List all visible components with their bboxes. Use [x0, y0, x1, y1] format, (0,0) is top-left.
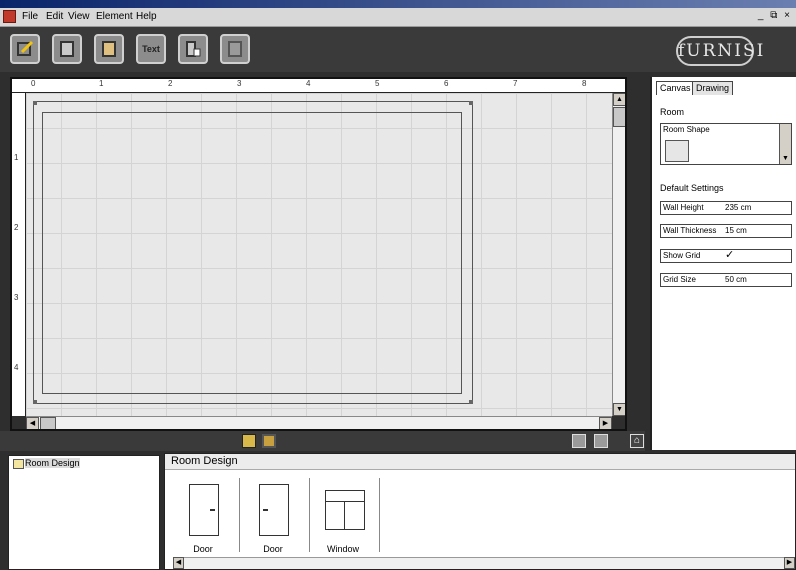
scroll-left-button[interactable]: ◀ — [173, 557, 184, 569]
menu-edit[interactable]: Edit — [46, 11, 63, 22]
wall-thickness-field[interactable]: Wall Thickness 15 cm — [660, 224, 792, 238]
ruler-tick: 7 — [513, 79, 518, 88]
ruler-tick: 1 — [99, 79, 104, 88]
wall-height-value: 235 cm — [725, 203, 752, 212]
palette-divider — [379, 478, 380, 552]
scroll-right-button[interactable]: ▶ — [784, 557, 795, 569]
grid-size-field[interactable]: Grid Size 50 cm — [660, 273, 792, 287]
palette-divider — [309, 478, 310, 552]
wall-handle[interactable] — [469, 400, 473, 404]
show-grid-label: Show Grid — [663, 251, 701, 260]
ruler-tick: 4 — [306, 79, 311, 88]
ruler-tick: 2 — [168, 79, 173, 88]
ruler-tick: 3 — [14, 293, 19, 302]
home-icon[interactable]: ⌂ — [630, 434, 644, 448]
wall-height-label: Wall Height — [663, 203, 704, 212]
room-shape-list[interactable]: Room Shape ▼ — [660, 123, 792, 165]
scroll-thumb[interactable] — [613, 107, 626, 127]
show-grid-field[interactable]: Show Grid ✓ — [660, 249, 792, 263]
grid-size-value: 50 cm — [725, 275, 747, 284]
palette-item-window[interactable]: Window — [311, 478, 375, 556]
ruler-tick: 1 — [14, 153, 19, 162]
menu-file[interactable]: File — [22, 11, 38, 22]
text-tool-button[interactable]: Text — [136, 34, 166, 64]
wall-height-field[interactable]: Wall Height 235 cm — [660, 201, 792, 215]
measure-icon — [186, 41, 201, 57]
scroll-thumb[interactable] — [40, 417, 56, 430]
pencil-icon — [17, 40, 34, 56]
room-shape-label: Room Shape — [663, 125, 710, 134]
zoom-in-icon[interactable] — [594, 434, 608, 448]
tab-canvas[interactable]: Canvas — [656, 81, 695, 95]
measure-button[interactable] — [178, 34, 208, 64]
properties-panel: Canvas Drawing Room Room Shape ▼ Default… — [650, 77, 796, 450]
ruler-tick: 6 — [444, 79, 449, 88]
palette-item-door[interactable]: Door — [241, 478, 305, 556]
palette-item-door[interactable]: Door — [171, 478, 235, 556]
menu-bar: File Edit View Element Help _ ⧉ × — [0, 8, 796, 27]
wall-thickness-label: Wall Thickness — [663, 226, 717, 235]
room-inner-wall[interactable] — [42, 112, 462, 394]
folder-icon — [13, 459, 24, 469]
wall-handle[interactable] — [33, 400, 37, 404]
wall-handle[interactable] — [33, 101, 37, 105]
canvas-horizontal-scrollbar[interactable]: ◀ ▶ — [26, 416, 612, 430]
title-bar — [0, 0, 796, 8]
element-palette: Room Design Door Door Window ◀ ▶ — [164, 453, 796, 570]
palette-item-label: Door — [263, 544, 283, 554]
scroll-left-button[interactable]: ◀ — [26, 417, 39, 430]
room-section-label: Room — [660, 107, 685, 117]
text-tool-label: Text — [142, 44, 160, 54]
ruler-tick: 2 — [14, 223, 19, 232]
canvas-vertical-scrollbar[interactable]: ▲ ▼ — [612, 93, 626, 416]
ruler-tick: 3 — [237, 79, 242, 88]
menu-help[interactable]: Help — [136, 11, 157, 22]
draw-room-button[interactable] — [10, 34, 40, 64]
menu-element[interactable]: Element — [96, 11, 133, 22]
palette-horizontal-scrollbar[interactable]: ◀ ▶ — [173, 557, 795, 569]
wall-thickness-value: 15 cm — [725, 226, 747, 235]
room-shape-thumbnail[interactable] — [665, 140, 689, 162]
grid-toggle-icon[interactable] — [262, 434, 276, 448]
palette-item-label: Window — [326, 544, 359, 554]
scroll-up-button[interactable]: ▲ — [613, 93, 626, 106]
palette-title: Room Design — [165, 454, 795, 470]
window-icon — [325, 490, 365, 530]
top-ruler: 0 1 2 3 4 5 6 7 8 — [10, 77, 626, 93]
default-settings-label: Default Settings — [660, 183, 724, 193]
select-arrow-icon[interactable] — [242, 434, 256, 448]
ruler-tick: 8 — [582, 79, 587, 88]
tab-drawing[interactable]: Drawing — [692, 81, 734, 95]
palette-item-label: Door — [193, 544, 213, 554]
door-icon — [189, 484, 219, 536]
wall-button[interactable] — [220, 34, 250, 64]
view-toolbar: ⌂ — [0, 431, 645, 451]
ruler-tick: 0 — [31, 79, 36, 88]
add-door-alt-button[interactable] — [94, 34, 124, 64]
ruler-tick: 4 — [14, 363, 19, 372]
room-shape-scroll[interactable]: ▼ — [779, 124, 791, 164]
tree-item-room-design[interactable]: Room Design — [25, 458, 80, 468]
scroll-down-button[interactable]: ▼ — [613, 403, 626, 416]
grid-size-label: Grid Size — [663, 275, 696, 284]
scroll-right-button[interactable]: ▶ — [599, 417, 612, 430]
window-controls[interactable]: _ ⧉ × — [758, 10, 792, 21]
wall-handle[interactable] — [469, 101, 473, 105]
left-ruler: 1 2 3 4 — [10, 93, 26, 416]
app-icon[interactable] — [3, 10, 16, 23]
ruler-tick: 5 — [375, 79, 380, 88]
door-alt-icon — [102, 41, 116, 57]
wall-icon — [228, 41, 242, 57]
door-icon — [259, 484, 289, 536]
door-icon — [60, 41, 74, 57]
zoom-out-icon[interactable] — [572, 434, 586, 448]
show-grid-checkmark[interactable]: ✓ — [725, 249, 734, 261]
add-door-button[interactable] — [52, 34, 82, 64]
app-logo: fURNISI — [676, 36, 763, 66]
menu-view[interactable]: View — [68, 11, 90, 22]
project-tree: Room Design — [8, 455, 160, 570]
palette-divider — [239, 478, 240, 552]
